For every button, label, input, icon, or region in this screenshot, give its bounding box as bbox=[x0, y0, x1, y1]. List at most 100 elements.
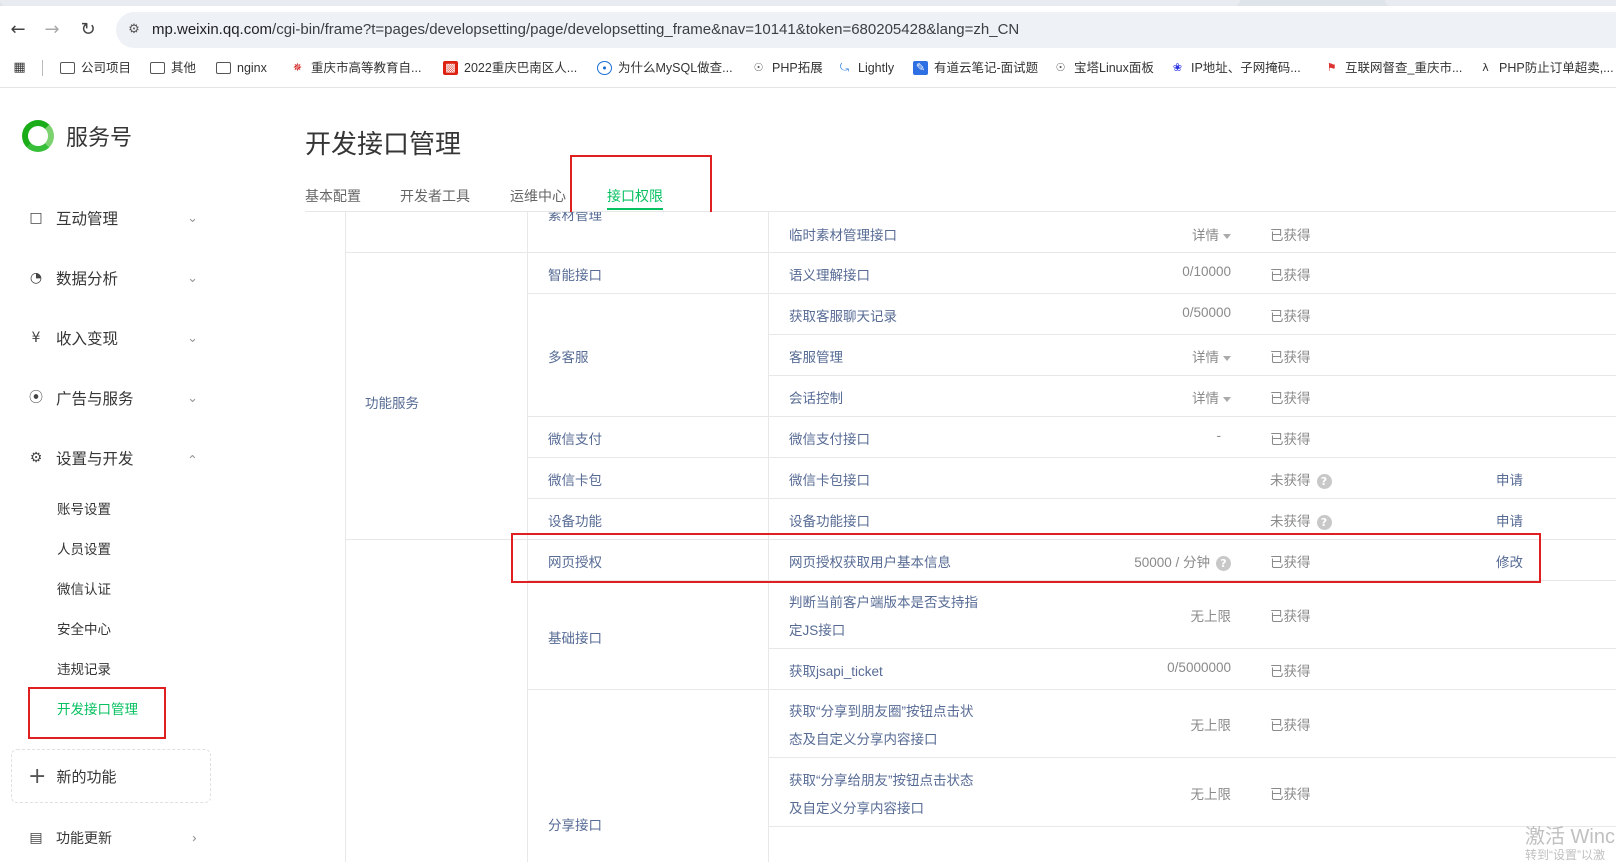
sidebar-sub-security[interactable]: 安全中心 bbox=[57, 620, 111, 640]
status-cell: 已获得 bbox=[1270, 391, 1311, 406]
chevron-down-icon: ⌄ bbox=[187, 390, 198, 406]
subcategory-cell: 设备功能 bbox=[548, 514, 602, 529]
bookmarks-separator bbox=[42, 60, 43, 76]
reload-icon[interactable]: ↻ bbox=[76, 18, 100, 42]
row-divider bbox=[768, 375, 1616, 376]
details-dropdown[interactable]: 详情 bbox=[1192, 346, 1231, 366]
sidebar-sub-violations[interactable]: 违规记录 bbox=[57, 660, 111, 680]
sidebar-item-ads[interactable]: ⦿ 广告与服务 ⌄ bbox=[28, 383, 198, 413]
tab-basic-config[interactable]: 基本配置 bbox=[305, 186, 361, 206]
bookmark-item[interactable]: ✵ 重庆市高等教育自... bbox=[290, 58, 422, 78]
row-divider bbox=[527, 457, 1616, 458]
tab-dev-tools[interactable]: 开发者工具 bbox=[400, 186, 470, 206]
apply-link[interactable]: 申请 bbox=[1496, 510, 1523, 530]
quota-cell: 0/50000 bbox=[1182, 305, 1231, 320]
sidebar-item-updates[interactable]: ▤ 功能更新 ⌄ bbox=[28, 823, 201, 853]
row-divider bbox=[768, 648, 1616, 649]
row-divider bbox=[527, 293, 1616, 294]
status-cell: 已获得 bbox=[1270, 268, 1311, 283]
category-cell: 功能服务 bbox=[365, 396, 419, 411]
tab-strip bbox=[0, 0, 1616, 6]
row-divider bbox=[768, 334, 1616, 335]
bookmark-item[interactable]: • 为什么MySQL做查... bbox=[597, 58, 733, 78]
site-icon: ⚑ bbox=[1326, 61, 1337, 74]
bookmark-item[interactable]: ⤿ Lightly bbox=[837, 58, 894, 78]
details-dropdown[interactable]: 详情 bbox=[1192, 224, 1231, 244]
subcategory-cell: 多客服 bbox=[548, 350, 589, 365]
update-icon: ▤ bbox=[29, 830, 43, 846]
row-divider bbox=[768, 826, 1616, 827]
bookmark-item[interactable]: ▩ 2022重庆巴南区人... bbox=[443, 58, 577, 78]
sidebar-sub-staff[interactable]: 人员设置 bbox=[57, 540, 111, 560]
site-icon: λ bbox=[1482, 61, 1489, 74]
new-feature-button[interactable]: + 新的功能 bbox=[11, 749, 211, 803]
subcategory-cell: 智能接口 bbox=[548, 268, 602, 283]
logo[interactable]: 服务号 bbox=[22, 120, 132, 152]
details-dropdown[interactable]: 详情 bbox=[1192, 387, 1231, 407]
bookmark-item[interactable]: 公司项目 bbox=[60, 58, 131, 78]
site-icon: ▩ bbox=[443, 61, 458, 75]
sidebar-item-settings[interactable]: ⚙ 设置与开发 ⌄ bbox=[28, 443, 198, 473]
site-icon: • bbox=[597, 61, 612, 75]
site-settings-icon[interactable]: ⚙ bbox=[124, 20, 144, 40]
apps-icon[interactable]: ▦ bbox=[12, 58, 33, 78]
api-name-cell: 获取“分享给朋友”按钮点击状态 bbox=[789, 773, 974, 788]
column-divider bbox=[345, 212, 346, 862]
row-divider bbox=[768, 757, 1616, 758]
apply-link[interactable]: 申请 bbox=[1496, 469, 1523, 489]
help-icon[interactable]: ? bbox=[1316, 514, 1332, 530]
bookmark-item[interactable]: nginx bbox=[216, 58, 267, 78]
sidebar-item-interaction[interactable]: □ 互动管理 ⌄ bbox=[28, 203, 198, 233]
folder-icon bbox=[150, 62, 165, 74]
bookmark-item[interactable]: 其他 bbox=[150, 58, 196, 78]
logo-text: 服务号 bbox=[66, 125, 133, 150]
status-cell: 已获得 bbox=[1270, 350, 1311, 365]
globe-icon: ☉ bbox=[753, 61, 764, 74]
back-icon[interactable]: ← bbox=[6, 18, 30, 42]
plus-icon: + bbox=[28, 763, 47, 789]
quota-cell: 无上限 bbox=[1190, 787, 1232, 802]
sidebar-sub-account[interactable]: 账号设置 bbox=[57, 500, 111, 520]
highlight-box bbox=[28, 687, 166, 739]
quota-cell: 无上限 bbox=[1190, 718, 1232, 733]
subcategory-cell: 基础接口 bbox=[548, 631, 602, 646]
yen-icon: ¥ bbox=[31, 330, 41, 346]
bookmark-item[interactable]: ☉ 宝塔Linux面板 bbox=[1053, 58, 1154, 78]
status-cell: 未获得? bbox=[1270, 510, 1332, 530]
api-name-cell: 语义理解接口 bbox=[789, 268, 870, 283]
api-name-cell: 判断当前客户端版本是否支持指 bbox=[789, 595, 978, 610]
sidebar-item-analytics[interactable]: ◔ 数据分析 ⌄ bbox=[28, 263, 198, 293]
api-name-cell: 客服管理 bbox=[789, 350, 843, 365]
status-cell: 已获得 bbox=[1270, 309, 1311, 324]
bookmark-item[interactable]: ❀ IP地址、子网掩码... bbox=[1170, 58, 1301, 78]
subcategory-cell: 微信支付 bbox=[548, 432, 602, 447]
status-cell: 未获得? bbox=[1270, 469, 1332, 489]
bookmark-item[interactable]: ☉ PHP拓展 bbox=[751, 58, 823, 78]
site-icon: ✎ bbox=[913, 61, 928, 75]
address-bar[interactable]: ⚙ mp.weixin.qq.com/cgi-bin/frame?t=pages… bbox=[116, 12, 1616, 48]
chevron-right-icon: ⌄ bbox=[185, 832, 201, 844]
sidebar-item-monetization[interactable]: ¥ 收入变现 ⌄ bbox=[28, 323, 198, 353]
row-divider bbox=[346, 252, 1616, 253]
bookmark-item[interactable]: ⚑ 互联网督查_重庆市... bbox=[1324, 58, 1463, 78]
bookmark-item[interactable]: λ PHP防止订单超卖,... bbox=[1478, 58, 1613, 78]
status-cell: 已获得 bbox=[1270, 787, 1311, 802]
bookmark-item[interactable]: ✎ 有道云笔记-面试题 bbox=[913, 58, 1038, 78]
quota-cell: 0/10000 bbox=[1182, 264, 1231, 279]
tab-bar: 基本配置 开发者工具 运维中心 接口权限 bbox=[305, 178, 1616, 212]
row-divider bbox=[527, 416, 1616, 417]
row-divider bbox=[527, 498, 1616, 499]
sidebar-sub-verify[interactable]: 微信认证 bbox=[57, 580, 111, 600]
api-name-cell: 获取客服聊天记录 bbox=[789, 309, 897, 324]
chevron-up-icon: ⌄ bbox=[187, 450, 198, 466]
api-name-cell: 态及自定义分享内容接口 bbox=[789, 732, 938, 747]
help-icon[interactable]: ? bbox=[1316, 473, 1332, 489]
url-text[interactable]: mp.weixin.qq.com/cgi-bin/frame?t=pages/d… bbox=[152, 21, 1019, 38]
forward-icon[interactable]: → bbox=[40, 18, 64, 42]
tab-ops-center[interactable]: 运维中心 bbox=[510, 186, 566, 206]
wechat-logo-icon bbox=[22, 120, 54, 152]
compass-icon: ⦿ bbox=[29, 390, 43, 406]
chevron-down-icon: ⌄ bbox=[187, 330, 198, 346]
status-cell: 已获得 bbox=[1270, 228, 1311, 243]
site-icon: ❀ bbox=[1172, 61, 1183, 74]
